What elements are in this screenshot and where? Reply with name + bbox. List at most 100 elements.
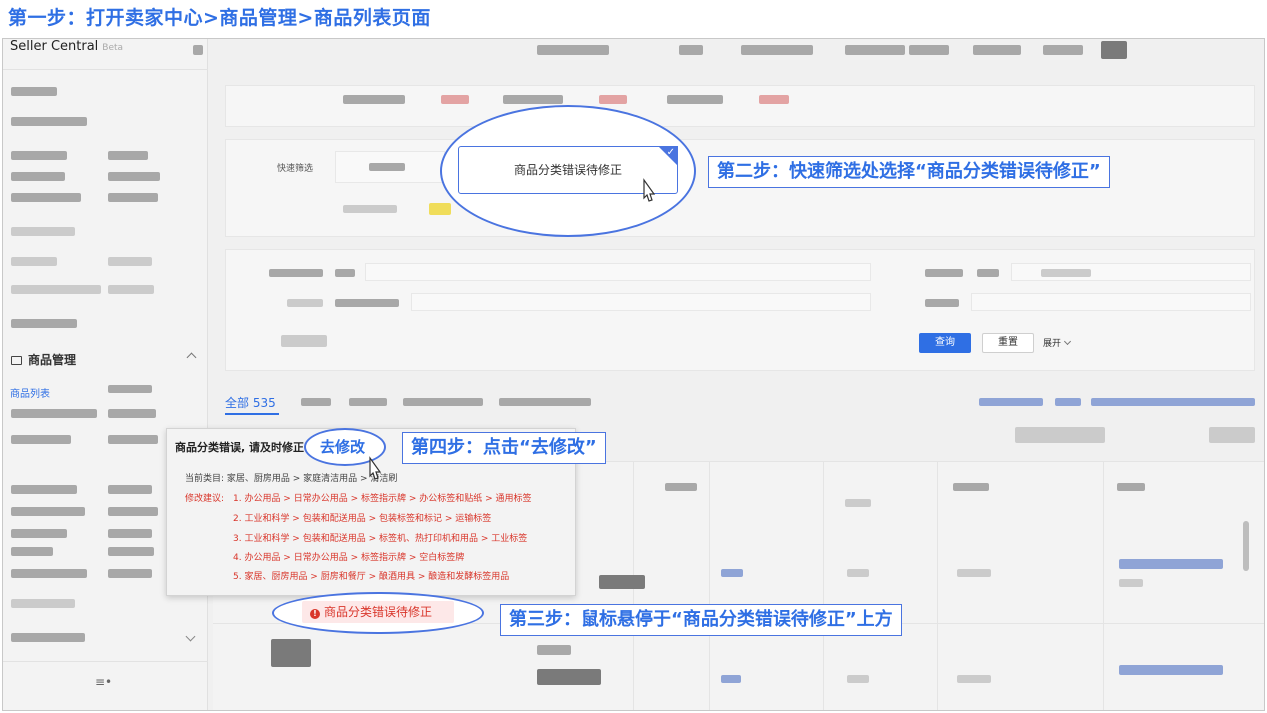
blurred-nav-item[interactable]: [108, 435, 158, 444]
blurred-cell: [847, 569, 869, 577]
blurred-cell: [847, 675, 869, 683]
blurred-nav-item[interactable]: [11, 435, 71, 444]
blurred-nav-item[interactable]: [11, 547, 53, 556]
blurred-nav-item[interactable]: [11, 87, 57, 96]
chevron-down-icon[interactable]: [185, 631, 196, 642]
search-field[interactable]: [971, 293, 1251, 311]
blurred-tab[interactable]: [403, 398, 483, 406]
blurred-cell: [721, 569, 743, 577]
blurred-tab[interactable]: [499, 398, 591, 406]
sidebar-item-product-list[interactable]: 商品列表: [10, 385, 50, 400]
blurred-nav-item[interactable]: [108, 507, 158, 516]
blurred-form-label: [335, 299, 399, 307]
blurred-cell: [537, 669, 601, 685]
table-col-divider: [823, 461, 824, 710]
blurred-toolbar[interactable]: [1209, 427, 1255, 443]
blurred-stat: [599, 95, 627, 104]
blurred-nav-item[interactable]: [108, 172, 160, 181]
blurred-cell[interactable]: [1119, 559, 1223, 569]
blurred-nav-item[interactable]: [11, 599, 75, 608]
blurred-header-item[interactable]: [1101, 41, 1127, 59]
reset-button[interactable]: 重置: [982, 333, 1034, 353]
filter-chip-label: 商品分类错误待修正: [513, 163, 622, 177]
blurred-nav-item[interactable]: [108, 569, 152, 578]
search-field[interactable]: [365, 263, 871, 281]
suggestion-item[interactable]: 3. 工业和科学 > 包装和配送用品 > 标签机、热打印机和用品 > 工业标签: [233, 531, 527, 544]
blurred-nav-item[interactable]: [11, 569, 87, 578]
blurred-cell: [957, 675, 991, 683]
collapse-sidebar-icon[interactable]: ≡•: [95, 675, 112, 689]
blurred-header-item[interactable]: [973, 45, 1021, 55]
blurred-cell: [537, 645, 571, 655]
blurred-cell: [1119, 579, 1143, 587]
blurred-cell: [953, 483, 989, 491]
blurred-nav-item[interactable]: [108, 385, 152, 393]
blurred-tab[interactable]: [301, 398, 331, 406]
go-fix-link[interactable]: 去修改: [320, 436, 365, 457]
blurred-nav-item[interactable]: [108, 529, 152, 538]
blurred-header-item[interactable]: [537, 45, 609, 55]
blurred-header-item[interactable]: [1043, 45, 1083, 55]
table-col-divider: [937, 461, 938, 710]
blurred-form-label: [925, 269, 963, 277]
blurred-nav-item[interactable]: [108, 257, 152, 266]
nav-section-label: 商品管理: [28, 353, 77, 367]
blurred-tab[interactable]: [349, 398, 387, 406]
blurred-nav-item[interactable]: [11, 117, 87, 126]
step3-callout: 第三步：鼠标悬停于“商品分类错误待修正”上方: [500, 604, 902, 636]
blurred-stat: [343, 95, 405, 104]
blurred-header-item[interactable]: [741, 45, 813, 55]
blurred-nav-item[interactable]: [108, 409, 156, 418]
blurred-header-item[interactable]: [845, 45, 905, 55]
blurred-nav-item[interactable]: [11, 172, 65, 181]
tab-all[interactable]: 全部 535: [225, 394, 276, 411]
blurred-toolbar[interactable]: [1015, 427, 1105, 443]
blurred-action-link[interactable]: [979, 398, 1043, 406]
blurred-nav-item[interactable]: [11, 319, 77, 328]
tab-underline: [225, 413, 279, 415]
blurred-nav-item[interactable]: [11, 633, 85, 642]
blurred-header-item[interactable]: [679, 45, 703, 55]
search-field[interactable]: [411, 293, 871, 311]
blurred-nav-item[interactable]: [11, 151, 67, 160]
blurred-form-label: [335, 269, 355, 277]
expand-label: 展开: [1043, 339, 1062, 349]
blurred-nav-item[interactable]: [11, 485, 77, 494]
brand-text: Seller Central: [10, 39, 99, 54]
nav-section-product-management[interactable]: 商品管理: [11, 351, 201, 369]
blurred-nav-item[interactable]: [108, 193, 158, 202]
blurred-filter-text: [343, 205, 397, 213]
blurred-action-link[interactable]: [1055, 398, 1081, 406]
blurred-nav-item[interactable]: [11, 529, 67, 538]
blurred-nav-item[interactable]: [11, 507, 85, 516]
suggestion-item[interactable]: 5. 家居、厨房用品 > 厨房和餐厅 > 酿酒用具 > 酿造和发酵标签用品: [233, 569, 509, 582]
expand-button[interactable]: 展开: [1043, 336, 1072, 349]
blurred-nav-item[interactable]: [108, 285, 154, 294]
query-button[interactable]: 查询: [919, 333, 971, 353]
blurred-header-item[interactable]: [909, 45, 949, 55]
blurred-nav-item[interactable]: [108, 485, 152, 494]
blurred-nav-item[interactable]: [11, 257, 57, 266]
suggestion-item[interactable]: 1. 办公用品 > 日常办公用品 > 标签指示牌 > 办公标签和贴纸 > 通用标…: [233, 491, 532, 504]
blurred-nav-item[interactable]: [11, 285, 101, 294]
blurred-form-label: [269, 269, 323, 277]
blurred-nav-item[interactable]: [108, 151, 148, 160]
step1-title: 第一步：打开卖家中心>商品管理>商品列表页面: [8, 7, 431, 29]
stats-card: [225, 85, 1255, 127]
blurred-nav-item[interactable]: [11, 409, 97, 418]
blurred-action-link[interactable]: [1091, 398, 1255, 406]
mouse-pointer-icon: [369, 456, 382, 480]
category-error-badge[interactable]: ! 商品分类错误待修正: [302, 601, 454, 623]
blurred-nav-item[interactable]: [108, 547, 154, 556]
blurred-cell[interactable]: [1119, 665, 1223, 675]
blurred-form-label: [287, 299, 323, 307]
suggestion-item[interactable]: 2. 工业和科学 > 包装和配送用品 > 包装标签和标记 > 运输标签: [233, 511, 491, 524]
chevron-up-icon[interactable]: [186, 352, 197, 363]
blurred-nav-item[interactable]: [11, 227, 75, 236]
blurred-cell: [845, 499, 871, 507]
suggestion-item[interactable]: 4. 办公用品 > 日常办公用品 > 标签指示牌 > 空白标签牌: [233, 550, 464, 563]
blurred-nav-item[interactable]: [11, 193, 81, 202]
blurred-form-label: [977, 269, 999, 277]
table-scrollbar[interactable]: [1243, 521, 1249, 571]
popover-title: 商品分类错误, 请及时修正: [175, 441, 305, 454]
